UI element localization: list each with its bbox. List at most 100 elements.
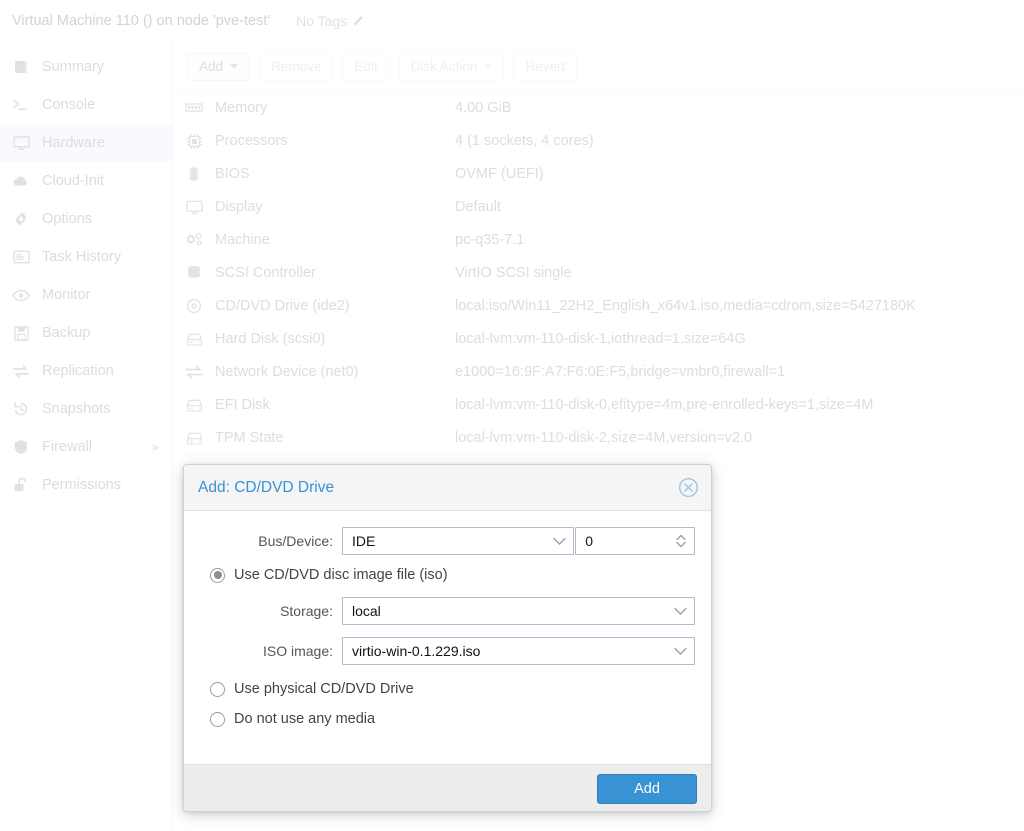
table-cell-value: pc-q35-7.1 bbox=[455, 232, 525, 248]
bus-device-row: Bus/Device: IDE 0 bbox=[198, 527, 695, 555]
list-icon bbox=[10, 247, 32, 267]
sync-icon bbox=[10, 361, 32, 381]
add-submit-button[interactable]: Add bbox=[597, 773, 697, 804]
sidebar-item-options[interactable]: Options bbox=[0, 200, 172, 238]
network-icon bbox=[182, 362, 206, 382]
table-row[interactable]: Machine pc-q35-7.1 bbox=[173, 224, 1024, 257]
chevron-down-icon bbox=[674, 607, 687, 616]
history-icon bbox=[10, 399, 32, 419]
chevron-right-icon[interactable]: ▶ bbox=[153, 442, 160, 453]
radio-use-iso-file[interactable]: Use CD/DVD disc image file (iso) bbox=[198, 567, 695, 583]
hardware-toolbar: Add Remove Edit Disk Action Revert bbox=[173, 42, 1024, 92]
sidebar-item-label: Summary bbox=[42, 59, 105, 75]
storage-select[interactable]: local bbox=[342, 597, 695, 625]
sidebar-item-label: Hardware bbox=[42, 135, 105, 151]
storage-select-value: local bbox=[352, 603, 381, 619]
table-row[interactable]: Network Device (net0) e1000=16:9F:A7:F6:… bbox=[173, 356, 1024, 389]
sidebar-item-label: Options bbox=[42, 211, 92, 227]
tags-area[interactable]: No Tags bbox=[296, 13, 364, 29]
close-circle-icon[interactable] bbox=[678, 477, 699, 498]
unlock-icon bbox=[10, 475, 32, 495]
table-cell-key: Machine bbox=[215, 232, 270, 248]
table-row[interactable]: Processors 4 (1 sockets, 4 cores) bbox=[173, 125, 1024, 158]
table-cell-value: 4 (1 sockets, 4 cores) bbox=[455, 133, 594, 149]
table-cell-key: Memory bbox=[215, 100, 268, 116]
spinner-arrows-icon[interactable] bbox=[675, 533, 687, 549]
hardware-table: Memory 4.00 GiB Processors 4 (1 sockets,… bbox=[173, 92, 1024, 455]
table-row[interactable]: Hard Disk (scsi0) local-lvm:vm-110-disk-… bbox=[173, 323, 1024, 356]
add-button[interactable]: Add bbox=[187, 52, 251, 81]
table-row[interactable]: SCSI Controller VirtIO SCSI single bbox=[173, 257, 1024, 290]
sidebar-item-summary[interactable]: Summary bbox=[0, 48, 172, 86]
sidebar-item-backup[interactable]: Backup bbox=[0, 314, 172, 352]
sidebar-item-cloud-init[interactable]: Cloud-Init bbox=[0, 162, 172, 200]
bus-select[interactable]: IDE bbox=[342, 527, 575, 555]
dialog-title: Add: CD/DVD Drive bbox=[198, 478, 335, 496]
table-cell-value: Default bbox=[455, 199, 501, 215]
edit-button-label: Edit bbox=[354, 59, 378, 74]
table-cell-value: local-lvm:vm-110-disk-2,size=4M,version=… bbox=[455, 430, 753, 446]
device-number-value: 0 bbox=[585, 533, 593, 549]
sidebar-item-label: Cloud-Init bbox=[42, 173, 105, 189]
chip-icon bbox=[182, 164, 206, 184]
table-cell-value: local:iso/Win11_22H2_English_x64v1.iso,m… bbox=[455, 298, 916, 314]
terminal-icon bbox=[10, 95, 32, 115]
sidebar-item-firewall[interactable]: Firewall ▶ bbox=[0, 428, 172, 466]
remove-button[interactable]: Remove bbox=[259, 52, 334, 81]
sidebar-item-permissions[interactable]: Permissions bbox=[0, 466, 172, 504]
table-cell-key: EFI Disk bbox=[215, 397, 270, 413]
chevron-down-icon bbox=[674, 647, 687, 656]
radio-indicator bbox=[210, 711, 225, 727]
table-row[interactable]: EFI Disk local-lvm:vm-110-disk-0,efitype… bbox=[173, 389, 1024, 422]
device-number-stepper[interactable]: 0 bbox=[575, 527, 695, 555]
table-cell-key: CD/DVD Drive (ide2) bbox=[215, 298, 350, 314]
chevron-down-icon bbox=[553, 537, 566, 546]
table-row[interactable]: BIOS OVMF (UEFI) bbox=[173, 158, 1024, 191]
iso-image-label: ISO image: bbox=[262, 643, 333, 659]
iso-image-select[interactable]: virtio-win-0.1.229.iso bbox=[342, 637, 695, 665]
storage-label: Storage: bbox=[280, 603, 333, 619]
table-cell-key: Hard Disk (scsi0) bbox=[215, 331, 326, 347]
sidebar-item-label: Snapshots bbox=[42, 401, 111, 417]
radio-label: Do not use any media bbox=[234, 711, 376, 727]
sidebar-item-monitor[interactable]: Monitor bbox=[0, 276, 172, 314]
sidebar-item-label: Console bbox=[42, 97, 96, 113]
pencil-icon[interactable] bbox=[351, 15, 364, 28]
proxmox-vm-hardware-page: Virtual Machine 110 () on node 'pve-test… bbox=[0, 0, 1024, 831]
radio-indicator bbox=[210, 567, 225, 583]
remove-button-label: Remove bbox=[271, 59, 322, 74]
iso-image-select-value: virtio-win-0.1.229.iso bbox=[352, 643, 481, 659]
harddisk-icon bbox=[182, 428, 206, 448]
harddisk-icon bbox=[182, 395, 206, 415]
table-row[interactable]: TPM State local-lvm:vm-110-disk-2,size=4… bbox=[173, 422, 1024, 455]
table-row[interactable]: Display Default bbox=[173, 191, 1024, 224]
page-title: Virtual Machine 110 () on node 'pve-test… bbox=[12, 13, 271, 29]
revert-button[interactable]: Revert bbox=[513, 52, 578, 81]
table-cell-key: SCSI Controller bbox=[215, 265, 316, 281]
radio-use-physical-drive[interactable]: Use physical CD/DVD Drive bbox=[198, 681, 695, 697]
memory-icon bbox=[182, 98, 206, 118]
chevron-down-icon bbox=[484, 64, 493, 69]
bus-device-label: Bus/Device: bbox=[258, 533, 333, 549]
add-button-label: Add bbox=[199, 59, 224, 74]
sidebar-item-hardware[interactable]: Hardware bbox=[0, 124, 172, 162]
sidebar-item-label: Firewall bbox=[42, 439, 92, 455]
table-row[interactable]: Memory 4.00 GiB bbox=[173, 92, 1024, 125]
iso-image-row: ISO image: virtio-win-0.1.229.iso bbox=[198, 637, 695, 665]
sidebar-item-replication[interactable]: Replication bbox=[0, 352, 172, 390]
sidebar-item-snapshots[interactable]: Snapshots bbox=[0, 390, 172, 428]
table-cell-value: OVMF (UEFI) bbox=[455, 166, 544, 182]
gear-icon bbox=[10, 209, 32, 229]
edit-button[interactable]: Edit bbox=[342, 52, 390, 81]
sidebar-item-task-history[interactable]: Task History bbox=[0, 238, 172, 276]
sidebar-item-console[interactable]: Console bbox=[0, 86, 172, 124]
book-icon bbox=[10, 57, 32, 77]
gears-icon bbox=[182, 230, 206, 250]
sidebar-item-label: Monitor bbox=[42, 287, 91, 303]
table-row[interactable]: CD/DVD Drive (ide2) local:iso/Win11_22H2… bbox=[173, 290, 1024, 323]
dialog-footer: Add bbox=[184, 764, 711, 811]
radio-no-media[interactable]: Do not use any media bbox=[198, 711, 695, 727]
disk-action-button[interactable]: Disk Action bbox=[398, 52, 505, 81]
add-cddvd-dialog: Add: CD/DVD Drive Bus/Device: IDE 0 Use … bbox=[183, 464, 712, 812]
table-cell-value: local-lvm:vm-110-disk-1,iothread=1,size=… bbox=[455, 331, 746, 347]
